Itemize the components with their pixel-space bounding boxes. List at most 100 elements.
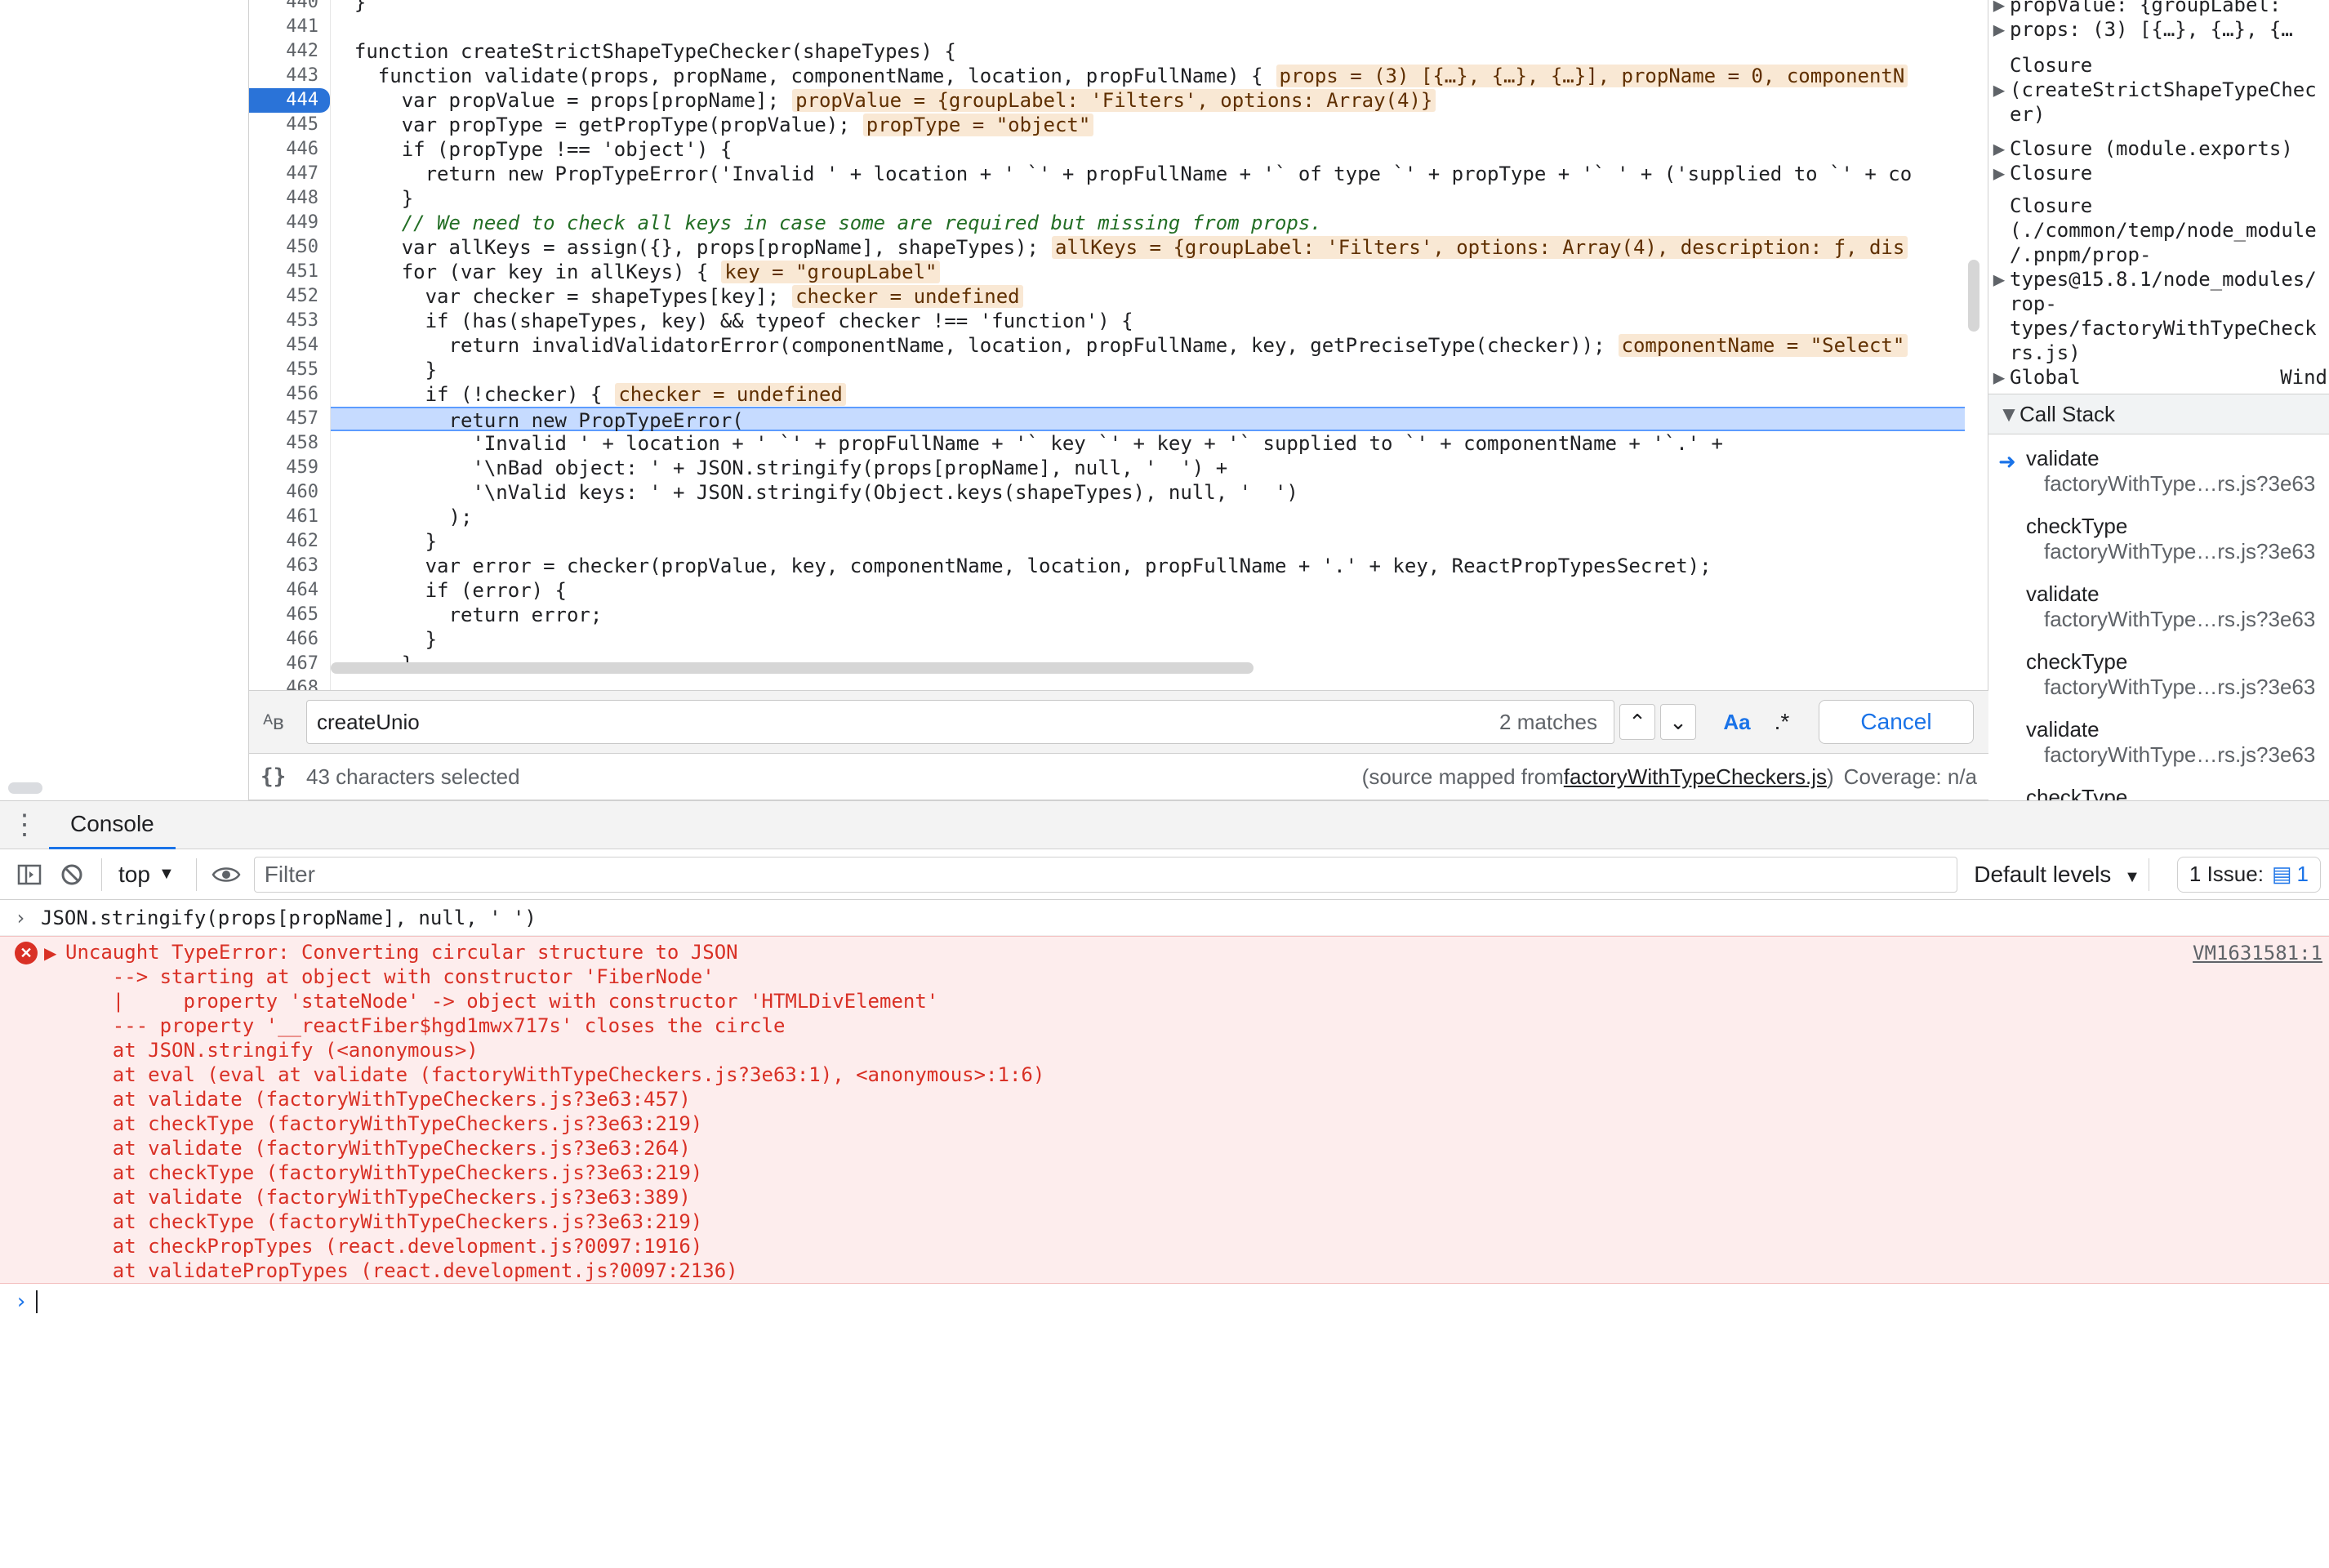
scope-entry[interactable]: Closure — [1988, 194, 2329, 217]
line-number[interactable]: 467 — [249, 652, 330, 676]
editor-vertical-scrollbar[interactable] — [1968, 260, 1979, 332]
clear-console-icon[interactable] — [51, 853, 93, 896]
line-number[interactable]: 451 — [249, 260, 330, 284]
source-editor[interactable]: 440 441 442 443 444 445 446 447 448 449 450 451 452 4… — [249, 0, 1988, 690]
error-line[interactable]: at checkPropTypes (react.development.js?… — [65, 1234, 702, 1258]
call-frame[interactable]: checkType — [1988, 778, 2329, 800]
code-line[interactable] — [331, 676, 1965, 690]
code-line[interactable]: // We need to check all keys in case som… — [331, 211, 1965, 235]
log-levels-dropdown[interactable]: Default levels ▼ — [1974, 862, 2140, 888]
scope-entry[interactable]: ▶ Closure (module.exports) — [1988, 137, 2329, 160]
line-number[interactable]: 464 — [249, 578, 330, 603]
error-line[interactable]: at validate (factoryWithTypeCheckers.js?… — [65, 1136, 691, 1160]
search-input[interactable]: createUnio 2 matches — [306, 700, 1614, 744]
line-number[interactable]: 455 — [249, 358, 330, 382]
error-line[interactable]: at validatePropTypes (react.development.… — [65, 1258, 738, 1283]
expand-triangle-icon[interactable]: ▶ — [44, 943, 56, 964]
tab-console[interactable]: Console — [49, 800, 176, 849]
line-number[interactable]: 440 — [249, 0, 330, 15]
line-number[interactable]: 456 — [249, 382, 330, 407]
code-line[interactable]: } — [331, 358, 1965, 382]
scope-entry[interactable]: rop- — [1988, 292, 2329, 315]
context-selector[interactable]: top ▼ — [118, 862, 175, 888]
error-line[interactable]: at checkType (factoryWithTypeCheckers.js… — [65, 1111, 702, 1136]
line-number[interactable]: 460 — [249, 480, 330, 505]
drawer-menu-icon[interactable]: ⋮ — [0, 808, 49, 841]
eye-icon[interactable] — [205, 853, 247, 896]
error-line[interactable]: at validate (factoryWithTypeCheckers.js?… — [65, 1185, 691, 1209]
sidebar-toggle-icon[interactable] — [8, 853, 51, 896]
code-line[interactable]: return new PropTypeError('Invalid ' + lo… — [331, 162, 1965, 186]
code-line[interactable]: return invalidValidatorError(componentNa… — [331, 333, 1965, 358]
code-line[interactable]: } — [331, 186, 1965, 211]
line-number[interactable]: 457 — [249, 407, 330, 431]
line-number[interactable]: 463 — [249, 554, 330, 578]
scope-entry[interactable]: ▶ Closure — [1988, 162, 2329, 185]
line-number[interactable]: 452 — [249, 284, 330, 309]
navigator-scrollbar[interactable] — [8, 782, 42, 794]
scope-entry[interactable]: (./common/temp/node_module — [1988, 219, 2329, 242]
line-number[interactable]: 449 — [249, 211, 330, 235]
line-number[interactable]: 441 — [249, 15, 330, 39]
error-line[interactable]: at eval (eval at validate (factoryWithTy… — [65, 1062, 1045, 1087]
code-line[interactable]: if (!checker) {checker = undefined — [331, 382, 1965, 407]
code-line[interactable]: var allKeys = assign({}, props[propName]… — [331, 235, 1965, 260]
line-number[interactable]: 442 — [249, 39, 330, 64]
line-number[interactable]: 453 — [249, 309, 330, 333]
cancel-search-button[interactable]: Cancel — [1819, 700, 1974, 744]
issues-button[interactable]: 1 Issue: ▤ 1 — [2176, 856, 2321, 893]
code-line[interactable]: var checker = shapeTypes[key]; checker = … — [331, 284, 1965, 309]
code-line[interactable]: '\nValid keys: ' + JSON.stringify(Object… — [331, 480, 1965, 505]
code-line[interactable]: function validate(props, propName, compo… — [331, 64, 1965, 88]
line-number[interactable]: 458 — [249, 431, 330, 456]
error-line[interactable]: at validate (factoryWithTypeCheckers.js?… — [65, 1087, 691, 1111]
code-line[interactable]: } — [331, 627, 1965, 652]
code-line[interactable]: if (error) { — [331, 578, 1965, 603]
scope-entry[interactable]: ▶ types@15.8.1/node_modules/ — [1988, 268, 2329, 291]
console-output[interactable]: › JSON.stringify(props[propName], null, … — [0, 900, 2329, 1568]
code-area[interactable]: } function createStrictShapeTypeChecker(… — [331, 0, 1965, 675]
match-case-button[interactable]: Aa — [1712, 704, 1761, 740]
call-frame[interactable]: validate factoryWithType…rs.js?3e63 — [1988, 710, 2329, 777]
editor-horizontal-scrollbar[interactable] — [331, 662, 1254, 674]
call-frame[interactable]: ➜ validate factoryWithType…rs.js?3e63 — [1988, 439, 2329, 506]
code-line[interactable]: return new PropTypeError( — [331, 407, 1965, 432]
scope-entry[interactable]: ▶ (createStrictShapeTypeChec — [1988, 78, 2329, 101]
code-line[interactable]: return error; — [331, 603, 1965, 627]
scope-entry[interactable]: types/factoryWithTypeCheck — [1988, 317, 2329, 340]
line-number[interactable]: 466 — [249, 627, 330, 652]
line-number[interactable]: 462 — [249, 529, 330, 554]
line-number[interactable]: 465 — [249, 603, 330, 627]
previous-match-button[interactable]: ⌃ — [1619, 704, 1655, 740]
code-line[interactable]: for (var key in allKeys) {key = "groupLa… — [331, 260, 1965, 284]
scope-entry[interactable]: rs.js) — [1988, 341, 2329, 364]
line-number-gutter[interactable]: 440 441 442 443 444 445 446 447 448 449 450 451 452 4… — [249, 0, 331, 690]
code-line[interactable]: } — [331, 0, 1965, 15]
vm-source-link[interactable]: VM1631581:1 — [2193, 942, 2322, 964]
next-match-button[interactable]: ⌄ — [1660, 704, 1696, 740]
regex-button[interactable]: .* — [1761, 704, 1802, 740]
line-number[interactable]: 443 — [249, 64, 330, 88]
error-line[interactable]: at checkType (factoryWithTypeCheckers.js… — [65, 1209, 702, 1234]
scope-entry[interactable]: ▶ Global Wind — [1988, 366, 2329, 389]
line-number[interactable]: 454 — [249, 333, 330, 358]
line-number[interactable]: 450 — [249, 235, 330, 260]
call-stack-header[interactable]: ▼ Call Stack — [1988, 394, 2329, 434]
code-line[interactable] — [331, 15, 1965, 39]
call-frame[interactable]: checkType factoryWithType…rs.js?3e63 — [1988, 507, 2329, 574]
line-number[interactable]: 445 — [249, 113, 330, 137]
line-number[interactable]: 444 — [249, 88, 330, 113]
code-line[interactable]: } — [331, 529, 1965, 554]
line-number[interactable]: 459 — [249, 456, 330, 480]
line-number[interactable]: 448 — [249, 186, 330, 211]
code-line[interactable]: var propValue = props[propName]; propValu… — [331, 88, 1965, 113]
scope-entry[interactable]: ▶ props: (3) [{…}, {…}, {… — [1988, 18, 2329, 41]
line-number[interactable]: 468 — [249, 676, 330, 690]
scope-entry[interactable]: er) — [1988, 103, 2329, 126]
console-filter-input[interactable]: Filter — [253, 856, 1958, 893]
scope-entry[interactable]: Closure — [1988, 54, 2329, 77]
line-number[interactable]: 461 — [249, 505, 330, 529]
console-prompt[interactable]: › — [0, 1284, 2329, 1320]
code-line[interactable]: var propType = getPropType(propValue); pr… — [331, 113, 1965, 137]
scope-entry[interactable]: ▶ propValue: {groupLabel: — [1988, 0, 2329, 16]
